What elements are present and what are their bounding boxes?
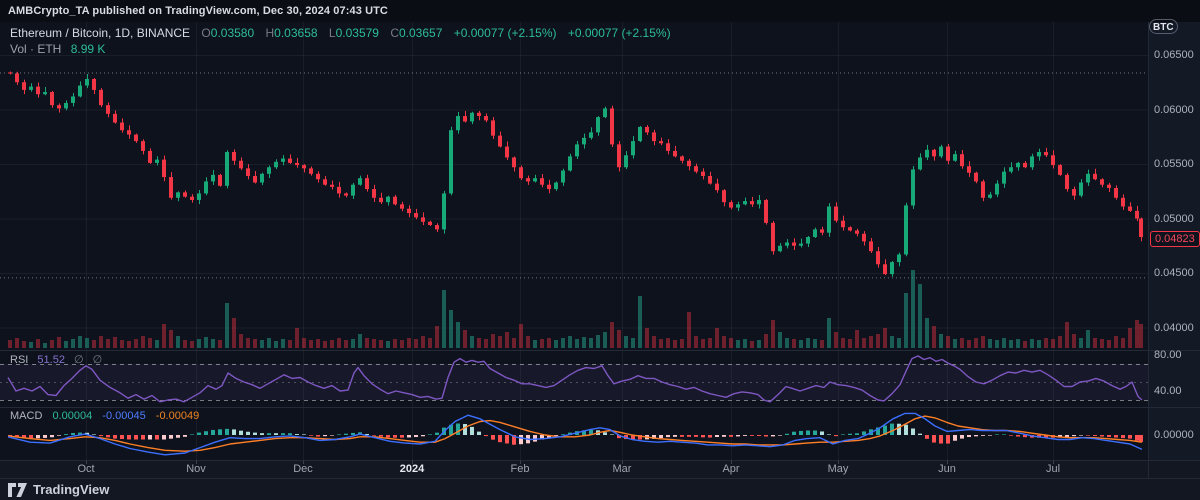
rsi-value: 51.52 <box>37 354 65 366</box>
month-label: Oct <box>66 463 106 475</box>
rsi-tick-label: 80.00 <box>1154 348 1182 362</box>
rsi-hidden-values: ∅ ∅ <box>74 354 105 366</box>
price-tick-label: 0.04000 <box>1154 321 1194 335</box>
low-label: L <box>329 26 336 40</box>
macd-tick-label: 0.00000 <box>1154 428 1194 442</box>
tradingview-brand-text[interactable]: TradingView <box>33 482 109 497</box>
footer-bar: TradingView <box>0 478 1200 500</box>
month-label: May <box>818 463 858 475</box>
open-label: O <box>201 26 210 40</box>
price-tick-label: 0.05500 <box>1154 157 1194 171</box>
volume-header[interactable]: Vol · ETH 8.99 K <box>10 42 105 56</box>
low-value: 0.03579 <box>336 26 379 40</box>
volume-label: Vol · ETH <box>10 42 61 56</box>
price-tick-label: 0.06500 <box>1154 48 1194 62</box>
month-label: Dec <box>283 463 323 475</box>
month-label: 2024 <box>392 463 432 475</box>
rsi-indicator-title[interactable]: RSI 51.52 ∅ ∅ <box>10 353 105 366</box>
change-absolute: +0.00077 (+2.15%) <box>454 26 557 40</box>
last-price-tag: 0.04823 <box>1150 231 1200 247</box>
currency-toggle-button[interactable]: BTC <box>1149 19 1178 34</box>
price-tick-label: 0.05000 <box>1154 212 1194 226</box>
volume-value: 8.99 K <box>71 42 106 56</box>
price-tick-label: 0.04500 <box>1154 266 1194 280</box>
month-label: Feb <box>500 463 540 475</box>
tradingview-logo-icon[interactable] <box>8 483 27 497</box>
macd-line-value: -0.00045 <box>102 410 145 422</box>
change-percent: +0.00077 (+2.15%) <box>568 26 671 40</box>
month-label: Jul <box>1033 463 1073 475</box>
month-label: Mar <box>602 463 642 475</box>
month-label: Jun <box>927 463 967 475</box>
symbol-header[interactable]: Ethereum / Bitcoin, 1D, BINANCE O0.03580… <box>10 26 671 40</box>
open-value: 0.03580 <box>211 26 254 40</box>
close-label: C <box>390 26 399 40</box>
high-value: 0.03658 <box>274 26 317 40</box>
high-label: H <box>266 26 275 40</box>
chart-canvas[interactable] <box>0 0 1200 500</box>
rsi-tick-label: 40.00 <box>1154 384 1182 398</box>
macd-histogram-value: 0.00004 <box>52 410 92 422</box>
macd-signal-value: -0.00049 <box>156 410 199 422</box>
month-label: Nov <box>176 463 216 475</box>
tradingview-snapshot: AMBCrypto_TA published on TradingView.co… <box>0 0 1200 500</box>
close-value: 0.03657 <box>399 26 442 40</box>
macd-label: MACD <box>10 410 42 422</box>
macd-indicator-title[interactable]: MACD 0.00004 -0.00045 -0.00049 <box>10 410 199 422</box>
symbol-title: Ethereum / Bitcoin, 1D, BINANCE <box>10 26 190 40</box>
price-tick-label: 0.06000 <box>1154 103 1194 117</box>
month-label: Apr <box>711 463 751 475</box>
rsi-label: RSI <box>10 354 28 366</box>
